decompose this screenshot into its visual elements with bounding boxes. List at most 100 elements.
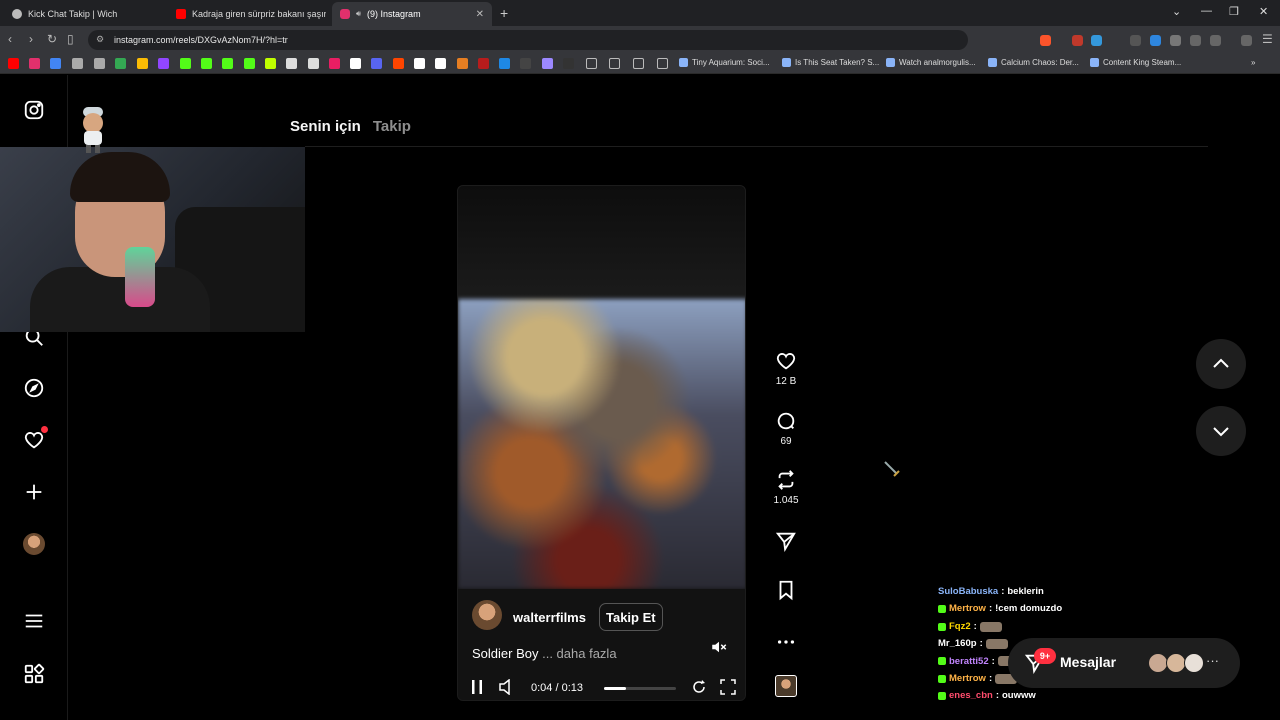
address-bar[interactable]: ⚙ instagram.com/reels/DXGvAzNom7H/?hl=tr bbox=[88, 30, 968, 50]
explore-compass-icon[interactable] bbox=[22, 376, 46, 400]
amazon-bookmark-icon[interactable] bbox=[435, 58, 446, 69]
kick-bookmark-icon[interactable] bbox=[222, 58, 233, 69]
brave-shield-icon[interactable] bbox=[1040, 35, 1051, 46]
twitch-bookmark-icon[interactable] bbox=[158, 58, 169, 69]
share-action[interactable] bbox=[770, 530, 802, 552]
chat-separator: : bbox=[995, 690, 999, 702]
bookmark-icon[interactable] bbox=[414, 58, 425, 69]
create-plus-icon[interactable] bbox=[22, 480, 46, 504]
comment-action[interactable]: 69 bbox=[770, 410, 802, 447]
follow-button[interactable]: Takip Et bbox=[599, 603, 663, 631]
more-bookmarks-icon[interactable]: » bbox=[1251, 58, 1255, 67]
extension-icon[interactable] bbox=[1072, 35, 1083, 46]
folder-icon[interactable] bbox=[633, 58, 644, 69]
bookmark-icon[interactable] bbox=[94, 58, 105, 69]
author-username[interactable]: walterrfilms bbox=[513, 610, 586, 625]
repost-action[interactable]: 1.045 bbox=[770, 469, 802, 506]
close-window-icon[interactable]: ✕ bbox=[1259, 5, 1268, 18]
tab-list-icon[interactable]: ⌄ bbox=[1172, 5, 1181, 18]
x-bookmark-icon[interactable] bbox=[350, 58, 361, 69]
volume-icon[interactable] bbox=[499, 679, 513, 695]
tab-following[interactable]: Takip bbox=[373, 118, 411, 135]
also-from-meta-icon[interactable] bbox=[22, 662, 46, 686]
more-menu-icon[interactable] bbox=[22, 609, 46, 633]
forward-icon[interactable]: › bbox=[29, 32, 33, 46]
minimize-icon[interactable]: — bbox=[1201, 5, 1212, 17]
extension-icon[interactable] bbox=[1091, 35, 1102, 46]
bookmark-icon[interactable] bbox=[137, 58, 148, 69]
reel-player[interactable]: walterrfilms Takip Et Soldier Boy ... da… bbox=[457, 185, 746, 701]
bookmark-seat-taken[interactable]: Is This Seat Taken? S... bbox=[782, 58, 879, 67]
folder-icon[interactable] bbox=[657, 58, 668, 69]
pause-icon[interactable] bbox=[470, 679, 484, 695]
sidebar-toggle-icon[interactable] bbox=[1210, 35, 1221, 46]
bookmark-icon[interactable] bbox=[563, 58, 574, 69]
bookmark-content-king[interactable]: Content King Steam... bbox=[1090, 58, 1181, 67]
back-icon[interactable]: ‹ bbox=[8, 32, 12, 46]
bookmark-icon[interactable] bbox=[542, 58, 553, 69]
replay-icon[interactable] bbox=[691, 679, 707, 695]
bookmark-icon[interactable] bbox=[286, 58, 297, 69]
bookmark-save-icon[interactable] bbox=[775, 579, 797, 601]
more-options-action[interactable] bbox=[770, 631, 802, 653]
bookmark-tiny-aquarium[interactable]: Tiny Aquarium: Soci... bbox=[679, 58, 770, 67]
bookmark-icon[interactable] bbox=[329, 58, 340, 69]
instagram-logo-icon[interactable] bbox=[22, 98, 46, 122]
bookmark-icon[interactable] bbox=[308, 58, 319, 69]
youtube-bookmark-icon[interactable] bbox=[8, 58, 19, 69]
bookmark-calcium-chaos[interactable]: Calcium Chaos: Der... bbox=[988, 58, 1079, 67]
bookmark-icon[interactable] bbox=[265, 58, 276, 69]
messages-button[interactable]: 9+ Mesajlar ··· bbox=[1008, 638, 1240, 688]
fullscreen-icon[interactable] bbox=[720, 679, 736, 695]
reload-icon[interactable]: ↻ bbox=[47, 32, 57, 46]
heart-icon[interactable] bbox=[775, 350, 797, 372]
extensions-puzzle-icon[interactable] bbox=[1190, 35, 1201, 46]
bookmark-watch[interactable]: Watch analmorgulis... bbox=[886, 58, 976, 67]
site-settings-icon[interactable]: ⚙ bbox=[96, 34, 104, 45]
progress-bar[interactable] bbox=[604, 687, 676, 690]
tab-kick-chat[interactable]: Kick Chat Takip | Wich bbox=[4, 2, 166, 26]
like-action[interactable]: 12 B bbox=[770, 350, 802, 387]
send-icon[interactable] bbox=[775, 530, 797, 552]
bookmark-icon[interactable] bbox=[499, 58, 510, 69]
muted-speaker-icon[interactable] bbox=[710, 638, 728, 656]
reel-video-frame[interactable] bbox=[458, 299, 745, 589]
profile-avatar[interactable] bbox=[22, 532, 46, 556]
previous-reel-button[interactable] bbox=[1196, 339, 1246, 389]
kick-bookmark-icon[interactable] bbox=[244, 58, 255, 69]
reddit-bookmark-icon[interactable] bbox=[393, 58, 404, 69]
maximize-icon[interactable]: ❐ bbox=[1229, 5, 1239, 18]
bookmark-icon[interactable]: ▯ bbox=[67, 32, 74, 46]
bookmark-icon[interactable] bbox=[478, 58, 489, 69]
close-tab-icon[interactable]: ✕ bbox=[476, 9, 484, 20]
extension-icon[interactable] bbox=[1130, 35, 1141, 46]
notifications-heart-icon[interactable] bbox=[22, 426, 48, 452]
caption-more-link[interactable]: ... daha fazla bbox=[542, 646, 616, 661]
audio-thumbnail[interactable] bbox=[775, 675, 797, 697]
tab-instagram[interactable]: 🔊︎ (9) Instagram ✕ bbox=[332, 2, 492, 26]
extension-icon[interactable] bbox=[1170, 35, 1181, 46]
bookmark-icon[interactable] bbox=[371, 58, 382, 69]
next-reel-button[interactable] bbox=[1196, 406, 1246, 456]
bookmark-icon[interactable] bbox=[520, 58, 531, 69]
extension-icon[interactable] bbox=[1150, 35, 1161, 46]
repost-icon[interactable] bbox=[775, 469, 797, 491]
author-avatar[interactable] bbox=[472, 600, 502, 630]
kick-bookmark-icon[interactable] bbox=[201, 58, 212, 69]
comment-icon[interactable] bbox=[775, 410, 797, 432]
bookmark-icon[interactable] bbox=[50, 58, 61, 69]
folder-icon[interactable] bbox=[609, 58, 620, 69]
tab-for-you[interactable]: Senin için bbox=[290, 118, 361, 135]
bookmark-icon[interactable] bbox=[457, 58, 468, 69]
more-dots-icon[interactable] bbox=[775, 631, 797, 653]
bookmark-icon[interactable] bbox=[115, 58, 126, 69]
instagram-bookmark-icon[interactable] bbox=[29, 58, 40, 69]
media-icon[interactable] bbox=[1241, 35, 1252, 46]
bookmark-icon[interactable] bbox=[72, 58, 83, 69]
kick-bookmark-icon[interactable] bbox=[180, 58, 191, 69]
folder-icon[interactable] bbox=[586, 58, 597, 69]
tab-youtube[interactable]: Kadraja giren sürpriz bakanı şaşırttı bbox=[168, 2, 326, 26]
save-action[interactable] bbox=[770, 579, 802, 601]
new-tab-button[interactable]: + bbox=[500, 5, 508, 21]
menu-icon[interactable]: ☰ bbox=[1262, 32, 1273, 46]
